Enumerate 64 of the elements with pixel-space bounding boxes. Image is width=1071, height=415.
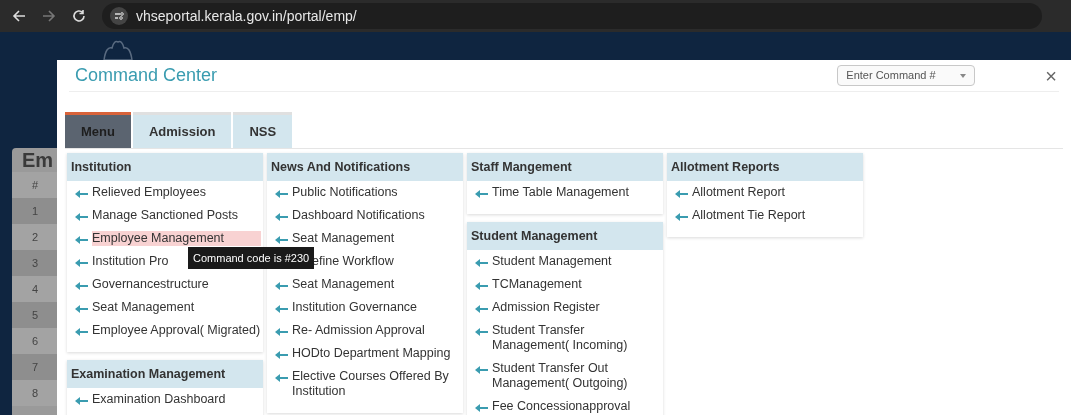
pointer-icon: [275, 328, 288, 336]
pointer-icon: [675, 213, 688, 221]
command-select[interactable]: Enter Command #: [837, 65, 976, 86]
back-icon[interactable]: [12, 9, 26, 23]
pointer-icon: [75, 213, 88, 221]
card-header: News And Notifications: [267, 153, 463, 181]
pointer-icon: [75, 397, 88, 405]
tab[interactable]: Admission: [132, 112, 232, 148]
pointer-icon: [75, 282, 88, 290]
tab[interactable]: NSS: [233, 112, 293, 148]
menu-item[interactable]: Seat Management: [267, 227, 463, 250]
card-header: Examination Management: [67, 360, 263, 388]
pointer-icon: [275, 374, 288, 382]
menu-item[interactable]: Public Notifications: [267, 181, 463, 204]
menu-item[interactable]: Admission Register: [467, 296, 663, 319]
pointer-icon: [75, 259, 88, 267]
pointer-icon: [275, 305, 288, 313]
site-info-icon[interactable]: [110, 7, 128, 25]
pointer-icon: [475, 366, 488, 374]
pointer-icon: [475, 282, 488, 290]
select-placeholder: Enter Command #: [846, 68, 936, 84]
menu-item[interactable]: Institution Governance: [267, 296, 463, 319]
close-button[interactable]: ×: [1045, 65, 1057, 86]
card-header: Allotment Reports: [667, 153, 863, 181]
url-text: vhseportal.kerala.gov.in/portal/emp/: [136, 6, 357, 26]
forward-icon[interactable]: [42, 9, 56, 23]
card-header: Institution: [67, 153, 263, 181]
menu-item[interactable]: Student Transfer Out Management( Outgoing): [467, 357, 663, 395]
pointer-icon: [675, 190, 688, 198]
menu-item[interactable]: HODto Department Mapping: [267, 342, 463, 365]
menu-item[interactable]: Time Table Management: [467, 181, 663, 204]
tooltip: Command code is #230: [188, 247, 315, 269]
menu-item[interactable]: Student Management: [467, 250, 663, 273]
pointer-icon: [275, 213, 288, 221]
pointer-icon: [275, 351, 288, 359]
menu-item[interactable]: Fee Concessionapproval: [467, 395, 663, 415]
card-header: Student Management: [467, 222, 663, 250]
card-header: Staff Mangement: [467, 153, 663, 181]
menu-item[interactable]: Allotment Tie Report: [667, 204, 863, 227]
menu-item[interactable]: Allotment Report: [667, 181, 863, 204]
pointer-icon: [275, 282, 288, 290]
pointer-icon: [75, 236, 88, 244]
menu-item[interactable]: Student Transfer Management( Incoming): [467, 319, 663, 357]
pointer-icon: [475, 404, 488, 412]
modal-title: Command Center: [74, 64, 219, 87]
reload-icon[interactable]: [72, 9, 86, 23]
menu-item[interactable]: Re- Admission Approval: [267, 319, 463, 342]
pointer-icon: [475, 259, 488, 267]
pointer-icon: [75, 305, 88, 313]
caret-icon: [960, 73, 967, 78]
pointer-icon: [475, 328, 488, 336]
pointer-icon: [475, 190, 488, 198]
pointer-icon: [75, 328, 88, 336]
pointer-icon: [275, 190, 288, 198]
menu-item[interactable]: Dashboard Notifications: [267, 204, 463, 227]
pointer-icon: [475, 305, 488, 313]
menu-item[interactable]: Seat Management: [267, 273, 463, 296]
pointer-icon: [75, 190, 88, 198]
pointer-icon: [275, 236, 288, 244]
emblem-icon: [100, 40, 136, 60]
menu-item[interactable]: TCManagement: [467, 273, 663, 296]
page-heading: Em: [21, 148, 55, 170]
menu-item[interactable]: Elective Courses Offered By Institution: [267, 365, 463, 403]
address-bar[interactable]: vhseportal.kerala.gov.in/portal/emp/: [102, 3, 1042, 29]
